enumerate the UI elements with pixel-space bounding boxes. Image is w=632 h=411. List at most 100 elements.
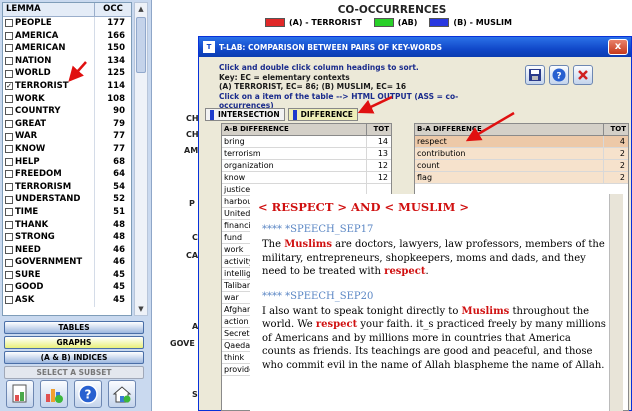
lemma-table-header: LEMMA OCC: [3, 3, 131, 17]
lemma-row[interactable]: WAR 77: [3, 130, 131, 143]
lemma-row[interactable]: TIME 51: [3, 205, 131, 219]
speech-fragment: The: [262, 239, 285, 250]
lemma-checkbox[interactable]: [5, 69, 13, 78]
close-button[interactable]: x: [608, 39, 628, 55]
tot-column-header[interactable]: TOT: [604, 124, 628, 135]
lemma-checkbox[interactable]: [5, 258, 13, 267]
lemma-row[interactable]: HELP 68: [3, 155, 131, 169]
lemma-row[interactable]: GOVERNMENT 46: [3, 256, 131, 269]
table-row[interactable]: contribution 2: [415, 148, 628, 160]
lemma-checkbox[interactable]: [5, 283, 13, 292]
lemma-column-header[interactable]: LEMMA: [3, 3, 95, 16]
chart-button[interactable]: [40, 380, 68, 408]
lemma-checkbox[interactable]: [5, 170, 13, 179]
lemma-checkbox[interactable]: [5, 145, 13, 154]
tab-difference[interactable]: DIFFERENCE: [287, 108, 358, 121]
lemma-row[interactable]: ✓ TERRORIST 114: [3, 79, 131, 93]
lemma-row[interactable]: WORLD 125: [3, 67, 131, 80]
indices-button[interactable]: (A & B) INDICES: [4, 351, 144, 364]
lemma-row[interactable]: GOOD 45: [3, 281, 131, 295]
lemma-checkbox[interactable]: [5, 233, 13, 242]
lemma-checkbox[interactable]: [5, 57, 13, 66]
background-label: AM: [184, 146, 199, 155]
lemma-checkbox[interactable]: [5, 296, 13, 305]
scroll-down-icon[interactable]: ▼: [135, 303, 147, 315]
lemma-row[interactable]: STRONG 48: [3, 231, 131, 244]
lemma-checkbox[interactable]: ✓: [5, 82, 13, 91]
lemma-checkbox[interactable]: [5, 132, 13, 141]
lemma-checkbox[interactable]: [5, 220, 13, 229]
home-button[interactable]: [108, 380, 136, 408]
lemma-scrollbar[interactable]: ▲ ▼: [134, 2, 148, 316]
tab-marker: [292, 109, 297, 120]
lemma-checkbox[interactable]: [5, 195, 13, 204]
speech-fragment: .: [425, 266, 429, 277]
lemma-checkbox[interactable]: [5, 94, 13, 103]
scroll-thumb[interactable]: [136, 17, 146, 73]
lemma-row[interactable]: NEED 46: [3, 243, 131, 257]
lemma-checkbox[interactable]: [5, 107, 13, 116]
background-label: CA: [186, 251, 199, 260]
table-row[interactable]: count 2: [415, 160, 628, 172]
lemma-row[interactable]: COUNTRY 90: [3, 105, 131, 118]
lemma-occ: 45: [113, 295, 125, 306]
lemma-row[interactable]: FREEDOM 64: [3, 168, 131, 181]
instruction-key: Key: EC = elementary contexts: [219, 72, 350, 82]
cancel-button[interactable]: [573, 65, 593, 85]
lemma-checkbox[interactable]: [5, 31, 13, 40]
select-subset-button[interactable]: SELECT A SUBSET: [4, 366, 144, 379]
occ-column-header[interactable]: OCC: [95, 3, 131, 16]
lemma-row[interactable]: AMERICA 166: [3, 29, 131, 43]
lemma-checkbox[interactable]: [5, 271, 13, 280]
table-row[interactable]: bring 14: [222, 136, 391, 148]
lemma-row[interactable]: WORK 108: [3, 92, 131, 106]
lemma-checkbox[interactable]: [5, 245, 13, 254]
lemma-row[interactable]: SURE 45: [3, 268, 131, 282]
lemma-checkbox[interactable]: [5, 208, 13, 217]
lemma-word: COUNTRY: [15, 106, 61, 117]
lemma-row[interactable]: KNOW 77: [3, 142, 131, 156]
output-scrollbar[interactable]: [609, 194, 623, 411]
help-button[interactable]: ?: [549, 65, 569, 85]
a-b-difference-column-header[interactable]: A-B DIFFERENCE: [222, 124, 367, 135]
lemma-cell: UNDERSTAND: [3, 193, 95, 206]
table-row[interactable]: respect 4: [415, 136, 628, 148]
lemma-word: TERRORIST: [15, 80, 69, 91]
b-a-difference-column-header[interactable]: B-A DIFFERENCE: [415, 124, 604, 135]
lemma-row[interactable]: PEOPLE 177: [3, 17, 131, 30]
lemma-row[interactable]: ASK 45: [3, 294, 131, 307]
table-row[interactable]: terrorism 13: [222, 148, 391, 160]
tab-intersection[interactable]: INTERSECTION: [205, 108, 285, 121]
lemma-row[interactable]: THANK 48: [3, 218, 131, 232]
lemma-cell: WORLD: [3, 67, 95, 80]
save-button[interactable]: [525, 65, 545, 85]
table-row[interactable]: flag 2: [415, 172, 628, 184]
scroll-up-icon[interactable]: ▲: [135, 3, 147, 15]
tot-cell: 2: [619, 161, 625, 170]
lemma-row[interactable]: AMERICAN 150: [3, 42, 131, 55]
lemma-row[interactable]: NATION 134: [3, 54, 131, 68]
lemma-cell: STRONG: [3, 231, 95, 244]
lemma-checkbox[interactable]: [5, 44, 13, 53]
lemma-row[interactable]: UNDERSTAND 52: [3, 193, 131, 206]
tot-column-header[interactable]: TOT: [367, 124, 391, 135]
tot-cell: 4: [619, 137, 625, 146]
lemma-checkbox[interactable]: [5, 157, 13, 166]
lemma-checkbox[interactable]: [5, 183, 13, 192]
table-row[interactable]: know 12: [222, 172, 391, 184]
dialog-titlebar[interactable]: T T-LAB: COMPARISON BETWEEN PAIRS OF KEY…: [199, 37, 631, 57]
lemma-word: AMERICAN: [15, 43, 66, 54]
lemma-checkbox[interactable]: [5, 120, 13, 129]
background-label: C: [192, 233, 198, 242]
lemma-table: LEMMA OCC PEOPLE 177 AMERICA 166 AMERICAN 150…: [2, 2, 132, 316]
tables-button[interactable]: TABLES: [4, 321, 144, 334]
lemma-row[interactable]: GREAT 79: [3, 117, 131, 131]
background-label: P: [189, 199, 195, 208]
tot-cell: 13: [377, 149, 388, 158]
document-button[interactable]: [6, 380, 34, 408]
help-button[interactable]: ?: [74, 380, 102, 408]
table-row[interactable]: organization 12: [222, 160, 391, 172]
graphs-button[interactable]: GRAPHS: [4, 336, 144, 349]
lemma-row[interactable]: TERRORISM 54: [3, 180, 131, 194]
lemma-checkbox[interactable]: [5, 19, 13, 28]
